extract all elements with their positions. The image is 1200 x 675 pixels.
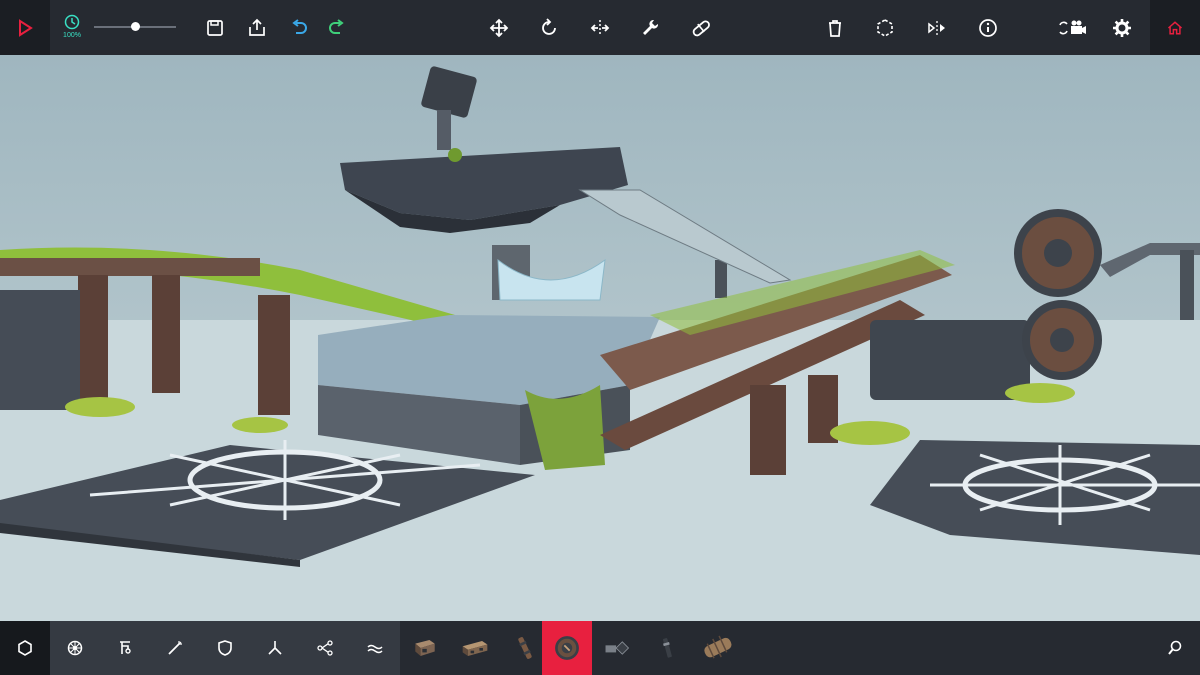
- settings-button[interactable]: [1100, 0, 1144, 55]
- trash-icon: [829, 19, 841, 37]
- speed-slider-knob[interactable]: [131, 22, 140, 31]
- log-icon: [518, 637, 532, 659]
- camera-icon: [1059, 20, 1086, 34]
- shield-icon: [218, 640, 232, 656]
- rotate-icon: [542, 17, 556, 35]
- waves-icon: [367, 644, 383, 654]
- crane-icon: [120, 641, 131, 654]
- distant-post: [715, 260, 727, 298]
- part-cannon[interactable]: [692, 621, 742, 675]
- top-toolbar: 100%: [0, 0, 1200, 55]
- pin-icon: [662, 638, 672, 658]
- barrel-icon: [704, 635, 732, 659]
- part-block-1[interactable]: [400, 621, 450, 675]
- category-flight[interactable]: [350, 621, 400, 675]
- level-scene: [0, 55, 1200, 621]
- simulation-speed[interactable]: 100%: [56, 8, 88, 48]
- block-icon: [415, 640, 435, 656]
- speed-percent: 100%: [63, 32, 81, 39]
- category-locomotion[interactable]: [50, 621, 100, 675]
- delete-button[interactable]: [813, 0, 857, 55]
- game-viewport[interactable]: [0, 55, 1200, 621]
- wand-icon: [168, 641, 182, 655]
- load-button[interactable]: [235, 0, 279, 55]
- gear-icon: [1113, 18, 1131, 37]
- translate-tool[interactable]: [477, 0, 521, 55]
- redo-icon: [329, 18, 344, 34]
- bottom-toolbar: [0, 621, 1200, 675]
- parts-list: [400, 621, 740, 675]
- wheel-part-icon: [555, 636, 579, 660]
- pill-icon: [692, 19, 710, 36]
- camera-button[interactable]: [1049, 0, 1095, 55]
- hexagon-icon: [18, 640, 32, 656]
- home-icon: [1167, 20, 1183, 34]
- category-weaponry[interactable]: [150, 621, 200, 675]
- search-icon: [1168, 640, 1182, 655]
- part-block-2[interactable]: [450, 621, 500, 675]
- category-utility[interactable]: [250, 621, 300, 675]
- category-armour[interactable]: [200, 621, 250, 675]
- stabilize-tool[interactable]: [679, 0, 723, 55]
- info-icon: [979, 18, 997, 37]
- tweak-tool[interactable]: [628, 0, 672, 55]
- play-button[interactable]: [0, 0, 50, 55]
- save-icon: [207, 19, 223, 36]
- category-automation[interactable]: [300, 621, 350, 675]
- save-button[interactable]: [193, 0, 237, 55]
- info-button[interactable]: [966, 0, 1010, 55]
- hinge-icon: [605, 641, 630, 655]
- wheel-icon: [67, 640, 83, 656]
- mirror-button[interactable]: [915, 0, 959, 55]
- logic-nodes-icon: [317, 640, 333, 656]
- part-hinge[interactable]: [592, 621, 642, 675]
- undo-icon: [292, 18, 307, 34]
- category-tabs: [50, 621, 400, 675]
- load-icon: [249, 18, 265, 36]
- speed-slider[interactable]: [94, 22, 176, 31]
- long-block-icon: [462, 640, 488, 656]
- rotate-tool[interactable]: [527, 0, 571, 55]
- select-mode-button[interactable]: [863, 0, 907, 55]
- part-pin[interactable]: [642, 621, 692, 675]
- flip-tool[interactable]: [578, 0, 622, 55]
- redo-button[interactable]: [315, 0, 359, 55]
- home-button[interactable]: [1150, 0, 1200, 55]
- part-wheel[interactable]: [542, 621, 592, 675]
- category-mechanical[interactable]: [100, 621, 150, 675]
- search-button[interactable]: [1150, 621, 1200, 675]
- mirror-icon: [928, 20, 945, 35]
- move-arrows-icon: [489, 18, 509, 37]
- wrench-icon: [643, 19, 659, 35]
- clock-icon: [64, 14, 80, 30]
- category-all[interactable]: [0, 621, 50, 675]
- flip-icon: [590, 19, 610, 36]
- hexagon-dashed-icon: [877, 18, 893, 37]
- tri-joint-icon: [268, 641, 282, 655]
- play-icon: [19, 18, 33, 37]
